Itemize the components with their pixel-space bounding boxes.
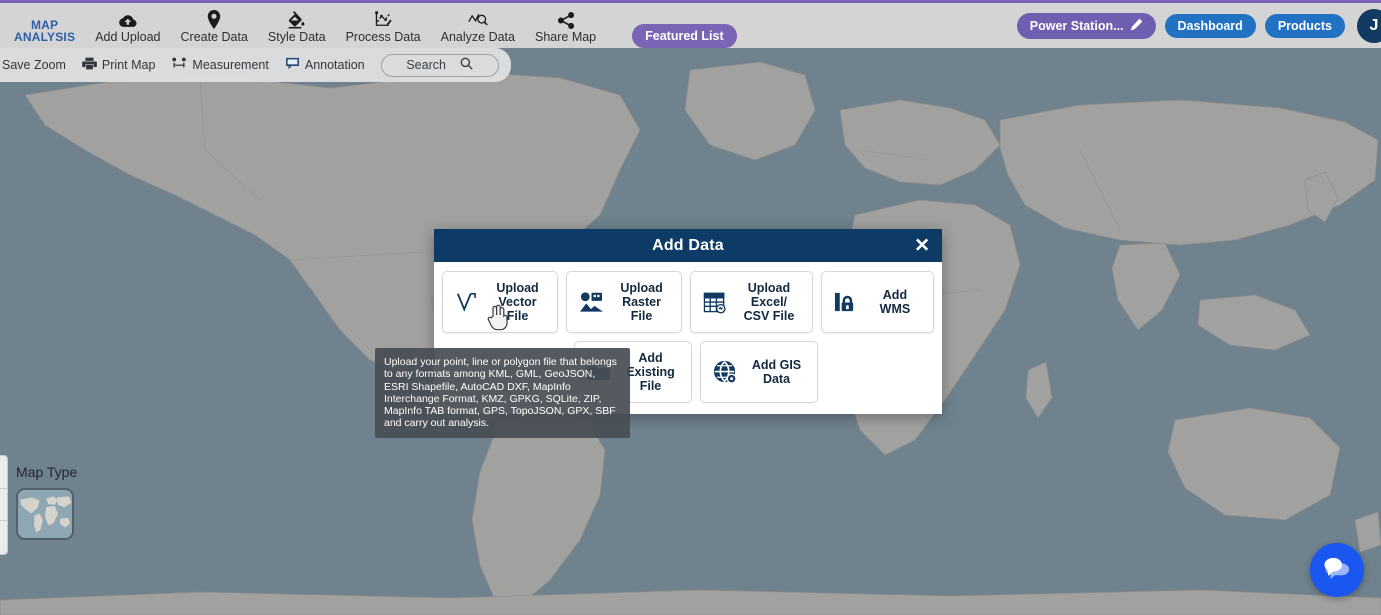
dashboard-label: Dashboard — [1177, 18, 1243, 33]
nav-label: Process Data — [345, 30, 421, 44]
add-wms-button[interactable]: Add WMS — [820, 271, 934, 333]
vector-v-icon — [454, 291, 480, 313]
print-map-label: Print Map — [101, 58, 156, 72]
nav-style-data[interactable]: Style Data — [258, 7, 336, 48]
zoom-in-button[interactable] — [0, 456, 7, 489]
products-label: Products — [1277, 18, 1332, 33]
primary-nav-group: MAP ANALYSIS Add Upload Create Data Styl… — [0, 3, 737, 48]
map-type-label: Map Type — [16, 464, 78, 480]
zoom-slider[interactable] — [0, 489, 7, 522]
annotation-icon — [285, 57, 300, 73]
annotation-label: Annotation — [304, 58, 365, 72]
add-gis-data-button[interactable]: Add GIS Data — [700, 341, 818, 403]
analyze-chart-icon — [468, 10, 488, 29]
app-root: Map Type MAP ANALYSIS Add Upload Create … — [0, 0, 1381, 615]
avatar[interactable]: J — [1357, 8, 1381, 43]
map-tools-toolbar: Save Zoom Print Map Measurement Annotati… — [0, 48, 511, 82]
project-name-button[interactable]: Power Station... — [1016, 12, 1156, 39]
dialog-title: Add Data — [652, 236, 724, 254]
cloud-upload-icon — [118, 10, 137, 29]
nav-create-data[interactable]: Create Data — [171, 7, 258, 48]
option-label: Add WMS — [879, 288, 911, 316]
pencil-icon[interactable] — [1130, 18, 1143, 34]
nav-share-map[interactable]: Share Map — [525, 7, 606, 48]
vector-upload-tooltip: Upload your point, line or polygon file … — [375, 348, 630, 438]
nav-label: Add Upload — [95, 30, 161, 44]
brand-label: MAP ANALYSIS — [14, 18, 76, 44]
save-zoom-button[interactable]: Save Zoom — [2, 58, 66, 72]
map-pin-icon — [207, 10, 221, 29]
raster-image-icon — [578, 291, 604, 313]
option-label: Upload Raster File — [620, 281, 663, 323]
featured-list-label: Featured List — [645, 29, 724, 43]
search-input[interactable]: Search — [380, 53, 499, 77]
account-nav-group: Power Station... Dashboard Products J — [1016, 8, 1381, 43]
map-type-widget: Map Type — [16, 464, 77, 540]
search-icon[interactable] — [460, 57, 473, 73]
option-label: Upload Excel/ CSV File — [743, 281, 795, 323]
dialog-header: Add Data ✕ — [434, 229, 942, 262]
zoom-out-button[interactable] — [0, 521, 7, 554]
option-label: Add GIS Data — [751, 358, 802, 386]
nav-label: Create Data — [180, 30, 248, 44]
upload-raster-file-button[interactable]: Upload Raster File — [566, 271, 683, 333]
option-row-1: Upload Vector File Upload Raster File Up… — [442, 271, 934, 333]
nav-analyze-data[interactable]: Analyze Data — [431, 7, 525, 48]
nav-label: Analyze Data — [440, 30, 515, 44]
print-map-button[interactable]: Print Map — [82, 57, 156, 73]
upload-excel-csv-file-button[interactable]: Upload Excel/ CSV File — [690, 271, 813, 333]
printer-icon — [82, 57, 97, 73]
zoom-control-panel[interactable] — [0, 455, 8, 555]
annotation-button[interactable]: Annotation — [285, 57, 365, 73]
world-map-thumbnail[interactable] — [16, 488, 74, 540]
close-icon[interactable]: ✕ — [914, 236, 930, 255]
paint-bucket-icon — [287, 10, 306, 29]
share-icon — [557, 10, 575, 29]
nav-add-upload[interactable]: Add Upload — [85, 7, 170, 48]
project-name-label: Power Station... — [1029, 18, 1124, 33]
measurement-label: Measurement — [192, 58, 269, 72]
chat-bubbles-icon — [1321, 554, 1353, 587]
top-navigation-bar: MAP ANALYSIS Add Upload Create Data Styl… — [0, 0, 1381, 48]
chat-support-button[interactable] — [1310, 543, 1364, 597]
save-zoom-label: Save Zoom — [2, 58, 66, 72]
spreadsheet-icon — [702, 291, 728, 314]
brand-map-analysis[interactable]: MAP ANALYSIS — [4, 16, 85, 48]
measurement-icon — [171, 57, 187, 73]
upload-vector-file-button[interactable]: Upload Vector File — [442, 271, 559, 333]
featured-list-button[interactable]: Featured List — [632, 24, 737, 48]
polyline-edit-icon — [374, 10, 392, 29]
avatar-initial: J — [1369, 16, 1379, 34]
dashboard-button[interactable]: Dashboard — [1164, 13, 1256, 38]
nav-label: Share Map — [534, 30, 597, 44]
search-placeholder: Search — [406, 58, 446, 72]
wms-lock-icon — [833, 291, 859, 313]
nav-label: Style Data — [267, 30, 326, 44]
products-button[interactable]: Products — [1264, 13, 1345, 38]
globe-icon — [712, 360, 738, 384]
measurement-button[interactable]: Measurement — [171, 57, 269, 73]
nav-process-data[interactable]: Process Data — [336, 7, 431, 48]
option-label: Upload Vector File — [496, 281, 539, 323]
